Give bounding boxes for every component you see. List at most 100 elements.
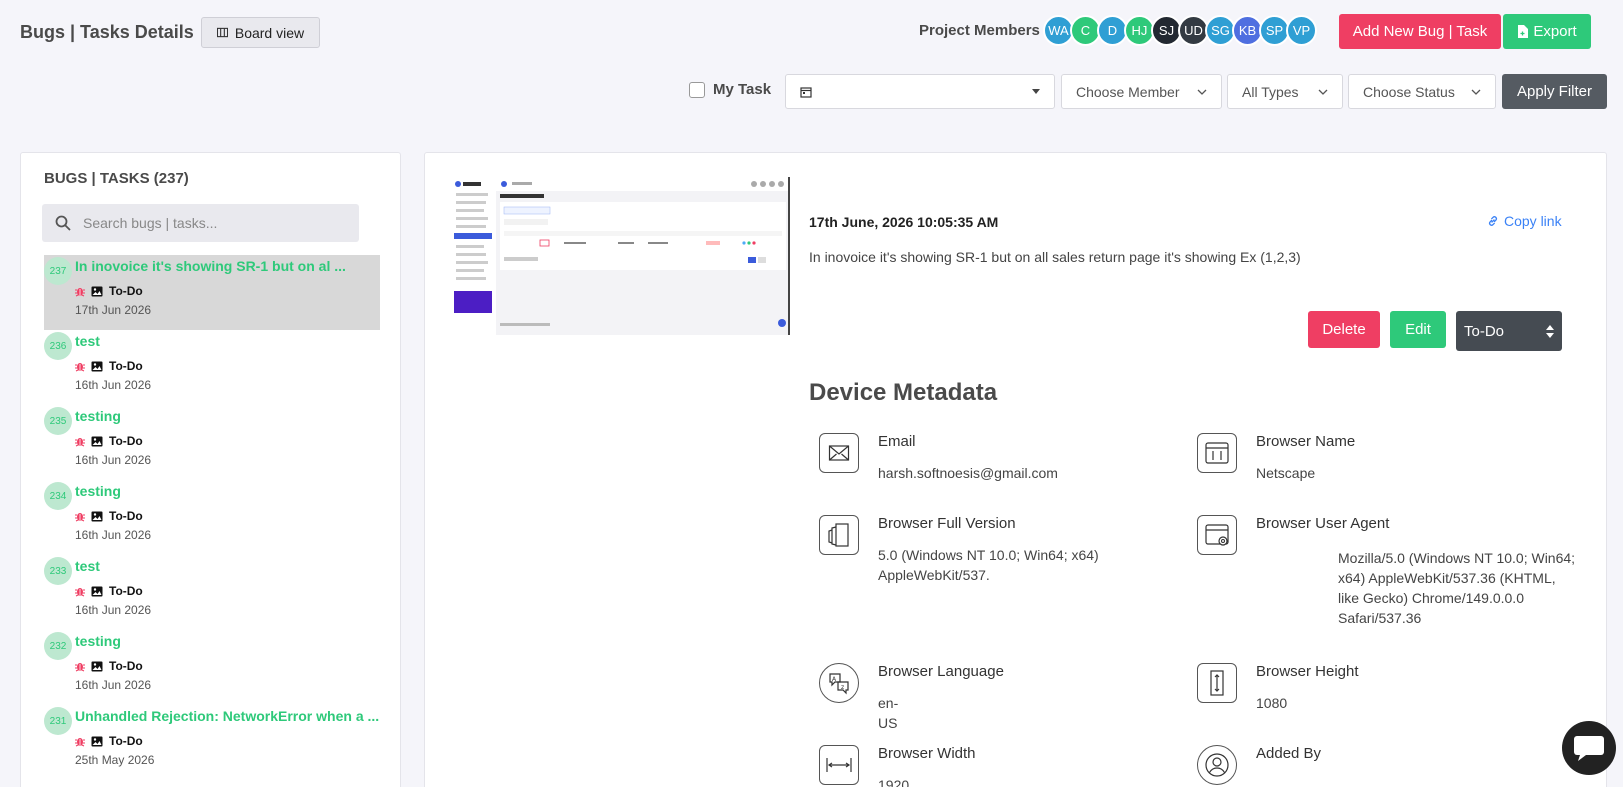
task-list-item[interactable]: 232 testing To-Do 16th Jun 2026 xyxy=(44,630,380,705)
meta-width-value: 1920 xyxy=(878,777,910,787)
meta-user-agent-value: Mozilla/5.0 (Windows NT 10.0; Win64; x64… xyxy=(1338,550,1576,626)
search-icon xyxy=(55,215,71,231)
task-status: To-Do xyxy=(109,284,143,298)
edit-button[interactable]: Edit xyxy=(1390,311,1446,348)
board-view-button[interactable]: Board view xyxy=(201,17,320,48)
delete-button[interactable]: Delete xyxy=(1308,311,1380,348)
task-date: 16th Jun 2026 xyxy=(75,453,152,467)
task-meta: To-Do xyxy=(75,509,380,523)
task-list-item[interactable]: 237 In inovoice it's showing SR-1 but on … xyxy=(44,255,380,330)
export-button[interactable]: Export xyxy=(1503,14,1591,49)
svg-text:z: z xyxy=(841,684,844,691)
apply-filter-button[interactable]: Apply Filter xyxy=(1502,74,1607,109)
task-number-badge: 233 xyxy=(44,557,72,585)
task-title[interactable]: In inovoice it's showing SR-1 but on al … xyxy=(75,255,380,274)
task-date: 17th Jun 2026 xyxy=(75,303,152,317)
bug-icon xyxy=(75,662,85,671)
caret-down-icon xyxy=(1032,89,1040,94)
task-detail-panel: 17th June, 2026 10:05:35 AM Copy link In… xyxy=(424,152,1607,787)
status-select[interactable]: To-Do xyxy=(1456,311,1562,351)
task-list-title: BUGS | TASKS (237) xyxy=(44,170,189,187)
chat-widget-button[interactable] xyxy=(1562,721,1616,775)
member-avatar[interactable]: VP xyxy=(1286,15,1317,46)
search-input[interactable] xyxy=(83,215,333,231)
file-export-icon xyxy=(1518,25,1529,38)
page-title: Bugs | Tasks Details xyxy=(20,22,194,42)
choose-member-value: Choose Member xyxy=(1076,83,1180,100)
my-task-checkbox[interactable] xyxy=(689,81,705,98)
task-date: 25th May 2026 xyxy=(75,753,155,767)
task-title[interactable]: testing xyxy=(75,480,380,499)
screenshot-preview-image xyxy=(452,177,788,335)
task-status: To-Do xyxy=(109,659,143,673)
meta-height-value: 1080 xyxy=(1256,695,1288,711)
task-date: 16th Jun 2026 xyxy=(75,378,152,392)
image-icon xyxy=(91,436,103,446)
task-list-item[interactable]: 233 test To-Do 16th Jun 2026 xyxy=(44,555,380,630)
task-list-item[interactable]: 236 test To-Do 16th Jun 2026 xyxy=(44,330,380,405)
meta-width-label: Browser Width xyxy=(878,745,976,762)
task-number-badge: 237 xyxy=(44,257,72,285)
copy-link-button[interactable]: Copy link xyxy=(1487,213,1562,229)
task-list-item[interactable]: 234 testing To-Do 16th Jun 2026 xyxy=(44,480,380,555)
task-list-item[interactable]: 231 Unhandled Rejection: NetworkError whe… xyxy=(44,705,380,780)
task-title[interactable]: testing xyxy=(75,405,380,424)
task-status: To-Do xyxy=(109,359,143,373)
project-members-label: Project Members xyxy=(919,22,1040,39)
screenshot-thumbnail[interactable] xyxy=(452,177,790,335)
type-select[interactable]: All Types xyxy=(1227,74,1343,109)
task-description: In inovoice it's showing SR-1 but on all… xyxy=(809,249,1301,265)
calendar-icon xyxy=(800,86,812,98)
member-avatars: WA C D HJ SJ UD SG KB SP VP xyxy=(1043,15,1317,46)
task-list-item[interactable]: 235 testing To-Do 16th Jun 2026 xyxy=(44,405,380,480)
choose-member-select[interactable]: Choose Member xyxy=(1061,74,1222,109)
task-list-panel: BUGS | TASKS (237) 237In inovoice it's s… xyxy=(20,152,401,787)
bug-icon xyxy=(75,587,85,596)
envelope-icon xyxy=(819,433,859,473)
task-title[interactable]: testing xyxy=(75,630,380,649)
add-new-bug-task-button[interactable]: Add New Bug | Task xyxy=(1339,14,1501,49)
image-icon xyxy=(91,361,103,371)
meta-language-label: Browser Language xyxy=(878,663,1004,680)
task-list: 237 In inovoice it's showing SR-1 but on … xyxy=(44,255,380,780)
my-task-filter[interactable]: My Task xyxy=(689,81,771,98)
my-task-label: My Task xyxy=(713,81,772,98)
chat-icon xyxy=(1574,736,1604,761)
device-metadata-heading: Device Metadata xyxy=(809,379,998,406)
task-meta: To-Do xyxy=(75,434,380,448)
choose-status-select[interactable]: Choose Status xyxy=(1348,74,1496,109)
task-number-badge: 235 xyxy=(44,407,72,435)
status-select-value: To-Do xyxy=(1464,322,1505,340)
chevron-down-icon xyxy=(1318,89,1328,95)
columns-icon xyxy=(216,27,228,38)
search-box[interactable] xyxy=(42,204,359,242)
bug-icon xyxy=(75,737,85,746)
meta-user-agent-label: Browser User Agent xyxy=(1256,515,1390,532)
task-date: 16th Jun 2026 xyxy=(75,678,152,692)
task-date: 16th Jun 2026 xyxy=(75,603,152,617)
meta-browser-name-value: Netscape xyxy=(1256,465,1316,481)
task-number-badge: 236 xyxy=(44,332,72,360)
height-icon xyxy=(1197,663,1237,703)
task-status: To-Do xyxy=(109,509,143,523)
meta-email-label: Email xyxy=(878,433,916,450)
task-meta: To-Do xyxy=(75,284,380,298)
board-view-label: Board view xyxy=(234,24,305,41)
browser-window-icon xyxy=(1197,433,1237,473)
task-title[interactable]: Unhandled Rejection: NetworkError when a… xyxy=(75,705,380,724)
chevron-down-icon xyxy=(1471,89,1481,95)
meta-language-value: en-US xyxy=(878,695,899,731)
task-meta: To-Do xyxy=(75,584,380,598)
image-icon xyxy=(91,286,103,296)
task-title[interactable]: test xyxy=(75,555,380,574)
image-icon xyxy=(91,586,103,596)
task-meta: To-Do xyxy=(75,659,380,673)
date-range-filter[interactable] xyxy=(785,74,1055,109)
user-circle-icon xyxy=(1197,745,1237,785)
copy-link-label: Copy link xyxy=(1504,213,1562,229)
image-icon xyxy=(91,736,103,746)
choose-status-value: Choose Status xyxy=(1363,83,1455,100)
task-title[interactable]: test xyxy=(75,330,380,349)
pages-icon xyxy=(819,515,859,555)
task-number-badge: 234 xyxy=(44,482,72,510)
